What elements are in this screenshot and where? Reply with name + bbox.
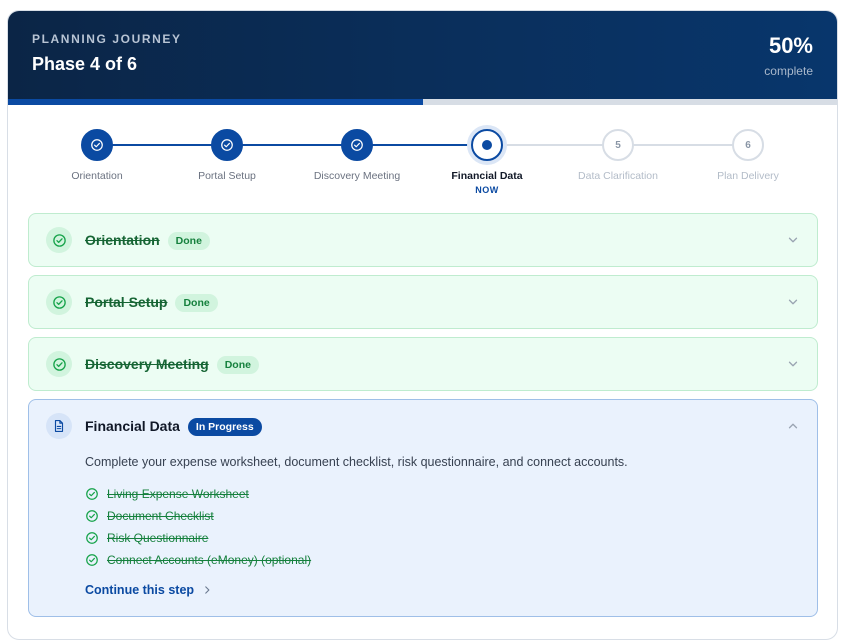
task-item[interactable]: Connect Accounts (eMoney) (optional) xyxy=(85,549,311,571)
task-item[interactable]: Risk Questionnaire xyxy=(85,527,311,549)
header-eyebrow: PLANNING JOURNEY xyxy=(32,32,182,46)
phase-description: Complete your expense worksheet, documen… xyxy=(85,455,628,469)
phase-status-marker xyxy=(46,227,72,253)
status-badge: Done xyxy=(216,356,259,374)
check-circle-icon xyxy=(86,510,98,522)
check-circle-icon xyxy=(86,488,98,500)
task-label: Document Checklist xyxy=(107,509,214,523)
status-badge: Done xyxy=(167,232,210,250)
document-icon xyxy=(54,420,64,432)
step-label: Financial Data xyxy=(451,170,523,182)
current-dot-icon xyxy=(482,140,492,150)
stepper-connector xyxy=(227,144,357,146)
task-list: Living Expense Worksheet Document Checkl… xyxy=(85,483,311,571)
phase-title: Discovery Meeting Done xyxy=(85,356,259,374)
step-portal-setup[interactable]: Portal Setup xyxy=(157,129,297,182)
phase-panel-discovery-meeting[interactable]: Discovery Meeting Done xyxy=(28,337,818,391)
step-number: 5 xyxy=(602,129,634,161)
check-circle-icon xyxy=(52,357,66,371)
phase-title: Financial Data In Progress xyxy=(85,418,262,436)
check-circle-icon xyxy=(351,139,363,151)
task-item[interactable]: Document Checklist xyxy=(85,505,311,527)
step-plan-delivery[interactable]: 6 Plan Delivery xyxy=(678,129,818,182)
chevron-right-icon xyxy=(205,586,210,594)
step-discovery-meeting[interactable]: Discovery Meeting xyxy=(287,129,427,182)
phase-title-text: Discovery Meeting xyxy=(85,356,209,372)
phase-title: Portal Setup Done xyxy=(85,294,218,312)
chevron-up-icon[interactable] xyxy=(786,419,800,433)
phase-panel-financial-data[interactable]: Financial Data In Progress Complete your … xyxy=(28,399,818,617)
planning-journey-card: PLANNING JOURNEY Phase 4 of 6 50% comple… xyxy=(7,10,838,640)
phase-panel-portal-setup[interactable]: Portal Setup Done xyxy=(28,275,818,329)
phase-title-text: Portal Setup xyxy=(85,294,168,310)
stepper-connector xyxy=(487,144,618,146)
current-step-tag: NOW xyxy=(475,185,499,195)
phase-status-marker xyxy=(46,289,72,315)
step-label: Discovery Meeting xyxy=(313,170,401,182)
status-badge: Done xyxy=(175,294,218,312)
journey-header: PLANNING JOURNEY Phase 4 of 6 50% comple… xyxy=(8,11,837,99)
phase-panel-orientation[interactable]: Orientation Done xyxy=(28,213,818,267)
phase-status-marker xyxy=(46,351,72,377)
step-done-marker xyxy=(81,129,113,161)
phase-indicator: Phase 4 of 6 xyxy=(32,54,138,74)
step-label: Orientation xyxy=(71,170,123,182)
step-orientation[interactable]: Orientation xyxy=(27,129,167,182)
chevron-down-icon[interactable] xyxy=(786,233,800,247)
check-circle-icon xyxy=(86,532,98,544)
step-financial-data[interactable]: Financial Data NOW xyxy=(417,129,557,195)
check-circle-icon xyxy=(91,139,103,151)
phase-title-text: Orientation xyxy=(85,232,160,248)
status-badge: In Progress xyxy=(187,418,262,436)
check-circle-icon xyxy=(52,233,66,247)
task-label: Living Expense Worksheet xyxy=(107,487,249,501)
phase-title-text: Financial Data xyxy=(85,418,180,434)
step-label: Plan Delivery xyxy=(717,170,779,182)
check-circle-icon xyxy=(52,295,66,309)
step-data-clarification[interactable]: 5 Data Clarification xyxy=(548,129,688,182)
continue-step-link[interactable]: Continue this step xyxy=(85,583,212,597)
completion-label: complete xyxy=(764,64,813,78)
phase-status-marker xyxy=(46,413,72,439)
check-circle-icon xyxy=(86,554,98,566)
step-label: Data Clarification xyxy=(578,170,658,182)
chevron-down-icon[interactable] xyxy=(786,357,800,371)
phase-title: Orientation Done xyxy=(85,232,210,250)
check-circle-icon xyxy=(221,139,233,151)
step-done-marker xyxy=(341,129,373,161)
step-current-marker xyxy=(471,129,503,161)
step-number: 6 xyxy=(732,129,764,161)
step-done-marker xyxy=(211,129,243,161)
stepper-connector xyxy=(618,144,748,146)
task-item[interactable]: Living Expense Worksheet xyxy=(85,483,311,505)
task-label: Connect Accounts (eMoney) (optional) xyxy=(107,553,312,567)
chevron-down-icon[interactable] xyxy=(786,295,800,309)
task-label: Risk Questionnaire xyxy=(107,531,209,545)
step-label: Portal Setup xyxy=(198,170,256,182)
phase-stepper: Orientation Portal Setup Discovery Meeti… xyxy=(8,105,837,215)
continue-label: Continue this step xyxy=(85,583,195,597)
completion-percent: 50% xyxy=(768,33,813,58)
stepper-connector xyxy=(97,144,227,146)
stepper-connector xyxy=(357,144,487,146)
